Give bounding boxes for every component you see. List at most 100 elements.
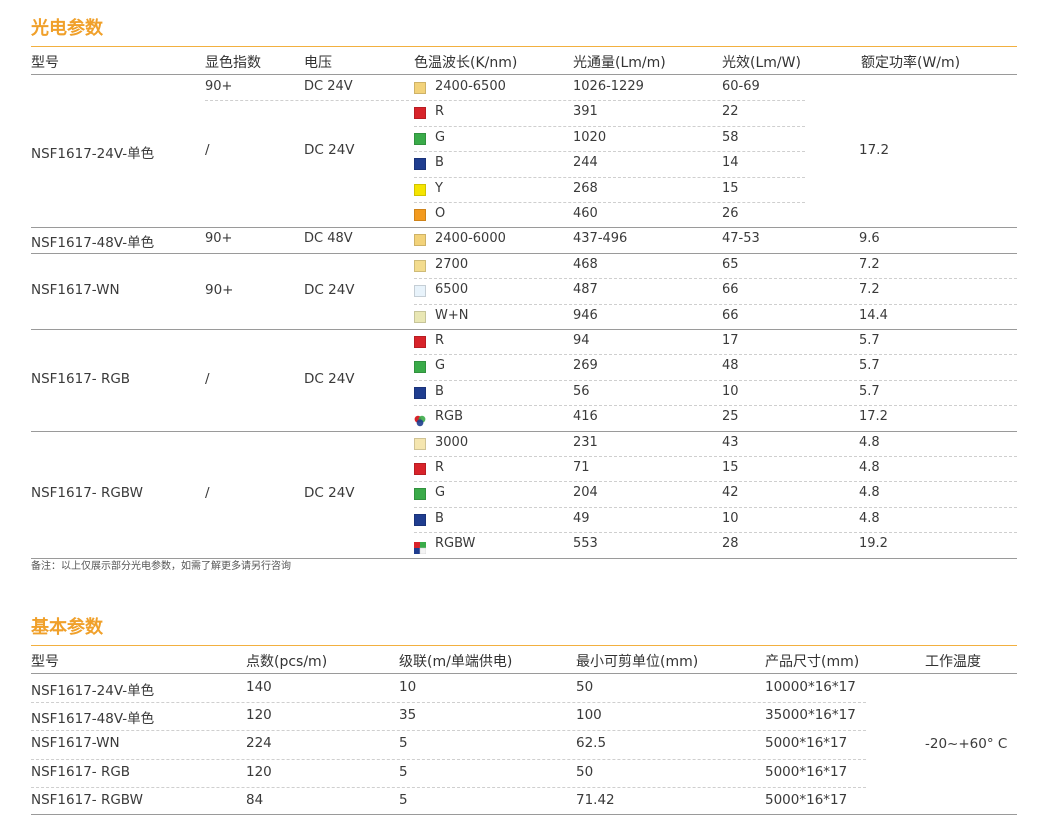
- row-divider: [414, 125, 805, 127]
- color-swatch-icon: [414, 183, 426, 196]
- pcs-value: 120: [246, 707, 272, 724]
- row-divider: [414, 278, 1017, 280]
- color-swatch-icon: [414, 361, 426, 374]
- pcs-value: 140: [246, 679, 272, 695]
- efficacy-value: 10: [722, 510, 739, 526]
- flux-value: 269: [573, 358, 598, 374]
- color-temp-value: G: [435, 129, 446, 145]
- pcs-value: 224: [246, 735, 272, 752]
- efficacy-value: 10: [722, 383, 739, 399]
- voltage-value: DC 24V: [304, 281, 355, 298]
- row-divider: [414, 506, 1017, 508]
- col2-header-model: 型号: [31, 654, 59, 670]
- efficacy-value: 65: [722, 256, 739, 272]
- group-divider: [31, 329, 1017, 330]
- section-title-basic: 基本参数: [31, 617, 103, 638]
- efficacy-value: 58: [722, 129, 739, 145]
- cri-value: /: [205, 370, 210, 387]
- col2-header-size: 产品尺寸(mm): [765, 654, 860, 670]
- header2-top-rule: [31, 645, 1017, 646]
- row-divider: [205, 100, 414, 102]
- cascade-value: 35: [399, 707, 417, 724]
- color-swatch-icon: [414, 463, 426, 475]
- model-name: NSF1617- RGBW: [31, 485, 143, 502]
- flux-value: 487: [573, 282, 598, 298]
- power-value: 7.2: [859, 256, 880, 272]
- row-divider: [414, 176, 805, 178]
- col-header-voltage: 电压: [304, 55, 332, 71]
- model-name: NSF1617-WN: [31, 735, 120, 752]
- cascade-value: 5: [399, 735, 408, 752]
- color-swatch-icon: [414, 437, 426, 450]
- cut-unit-value: 71.42: [576, 791, 615, 808]
- power-value: 14.4: [859, 307, 888, 323]
- pcs-value: 120: [246, 763, 272, 780]
- col-header-color-temp: 色温波长(K/nm): [414, 55, 518, 71]
- flux-value: 468: [573, 256, 598, 272]
- group-divider: [31, 430, 1017, 432]
- size-value: 5000*16*17: [765, 791, 848, 808]
- row-divider: [414, 202, 805, 203]
- color-temp-value: 6500: [435, 282, 469, 298]
- color-swatch-icon: [414, 158, 426, 171]
- power-value: 7.2: [859, 282, 880, 298]
- color-temp-value: RGB: [435, 409, 464, 425]
- efficacy-value: 42: [722, 485, 739, 501]
- cut-unit-value: 62.5: [576, 735, 607, 752]
- color-swatch-icon: [414, 513, 426, 526]
- cri-value: 90+: [205, 79, 233, 94]
- cri-value: /: [205, 485, 210, 502]
- color-temp-value: R: [435, 333, 445, 348]
- color-temp-value: RGBW: [435, 536, 476, 552]
- cut-unit-value: 100: [576, 707, 602, 724]
- efficacy-value: 60-69: [722, 79, 760, 94]
- color-swatch-icon: [414, 386, 426, 399]
- row-divider: [31, 730, 866, 732]
- section-title-optical: 光电参数: [31, 18, 103, 39]
- row-divider: [414, 151, 805, 153]
- power-value: 17.2: [859, 142, 890, 159]
- color-temp-value: G: [435, 358, 446, 374]
- cascade-value: 10: [399, 679, 417, 695]
- row-divider: [414, 354, 1017, 356]
- model-name: NSF1617-24V-单色: [31, 683, 155, 699]
- color-temp-value: B: [435, 383, 444, 399]
- color-temp-value: O: [435, 206, 446, 221]
- color-temp-value: B: [435, 510, 444, 526]
- flux-value: 56: [573, 383, 590, 399]
- color-swatch-icon: [414, 82, 426, 94]
- size-value: 10000*16*17: [765, 679, 856, 695]
- cut-unit-value: 50: [576, 679, 594, 695]
- flux-value: 71: [573, 460, 590, 475]
- power-value: 19.2: [859, 536, 888, 552]
- power-value: 5.7: [859, 383, 880, 399]
- model-name: NSF1617- RGB: [31, 763, 131, 780]
- color-swatch-icon: [414, 132, 426, 145]
- cut-unit-value: 50: [576, 763, 594, 780]
- efficacy-value: 26: [722, 206, 739, 221]
- color-swatch-icon: [414, 259, 426, 272]
- cri-value: /: [205, 142, 210, 159]
- flux-value: 231: [573, 434, 598, 450]
- flux-value: 391: [573, 104, 598, 120]
- col2-header-temp: 工作温度: [925, 654, 981, 670]
- operating-temp: -20~+60° C: [925, 736, 1008, 752]
- color-temp-value: G: [435, 485, 446, 501]
- header2-bottom-rule: [31, 673, 1017, 674]
- col-header-model: 型号: [31, 55, 59, 71]
- power-value: 5.7: [859, 358, 880, 374]
- cascade-value: 5: [399, 791, 408, 808]
- efficacy-value: 17: [722, 333, 739, 348]
- model-name: NSF1617-24V-单色: [31, 146, 155, 163]
- model-name: NSF1617- RGBW: [31, 791, 143, 808]
- color-temp-value: 2400-6500: [435, 79, 506, 94]
- voltage-value: DC 24V: [304, 485, 355, 502]
- efficacy-value: 15: [722, 180, 739, 196]
- flux-value: 460: [573, 206, 598, 221]
- efficacy-value: 47-53: [722, 231, 760, 247]
- flux-value: 1026-1229: [573, 79, 644, 94]
- row-divider: [414, 100, 805, 102]
- efficacy-value: 66: [722, 307, 739, 323]
- group-divider: [31, 252, 1017, 254]
- flux-value: 416: [573, 409, 598, 425]
